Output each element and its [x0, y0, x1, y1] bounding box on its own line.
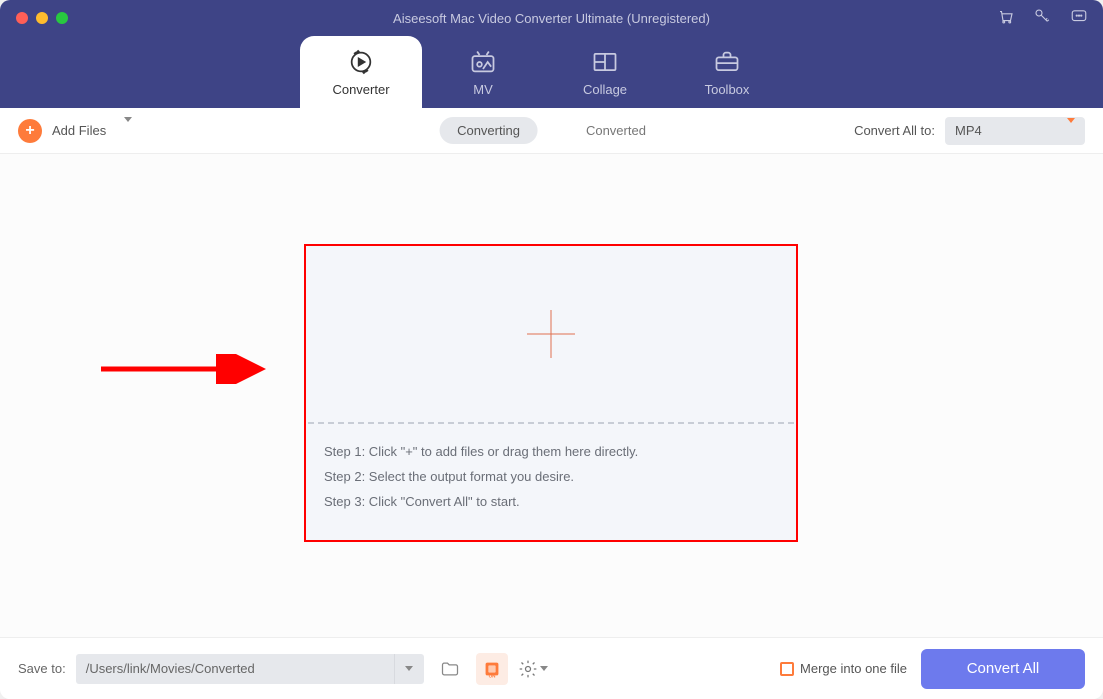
- toolbox-icon: [713, 48, 741, 76]
- chevron-down-icon: [1067, 123, 1075, 138]
- tab-converter[interactable]: Converter: [300, 36, 422, 108]
- title-actions: [997, 7, 1089, 30]
- instruction-steps: Step 1: Click "+" to add files or drag t…: [306, 424, 796, 509]
- plus-icon: +: [18, 119, 42, 143]
- add-files-label: Add Files: [52, 123, 106, 138]
- key-icon[interactable]: [1033, 7, 1051, 30]
- gear-icon: [518, 659, 538, 679]
- chevron-down-icon: [540, 666, 548, 671]
- window-controls: [0, 12, 68, 24]
- annotation-arrow: [96, 354, 276, 384]
- segment-converted[interactable]: Converted: [568, 117, 664, 144]
- tab-collage[interactable]: Collage: [544, 36, 666, 108]
- step-2-text: Step 2: Select the output format you des…: [324, 469, 778, 484]
- cart-icon[interactable]: [997, 7, 1015, 30]
- main-content: Step 1: Click "+" to add files or drag t…: [0, 154, 1103, 637]
- toolbar-right: Convert All to: MP4: [854, 117, 1085, 145]
- add-files-button[interactable]: + Add Files: [18, 119, 132, 143]
- close-window-button[interactable]: [16, 12, 28, 24]
- main-tabs: Converter MV Collage Toolbox: [0, 36, 1103, 108]
- mv-icon: [469, 48, 497, 76]
- add-files-dropdown-caret[interactable]: [124, 122, 132, 140]
- open-folder-button[interactable]: [434, 653, 466, 685]
- merge-checkbox[interactable]: Merge into one file: [780, 661, 907, 676]
- merge-label: Merge into one file: [800, 661, 907, 676]
- bottom-bar: Save to: /Users/link/Movies/Converted ON…: [0, 637, 1103, 699]
- convert-all-button[interactable]: Convert All: [921, 649, 1085, 689]
- tab-mv[interactable]: MV: [422, 36, 544, 108]
- window-title: Aiseesoft Mac Video Converter Ultimate (…: [393, 11, 710, 26]
- tab-label: MV: [473, 82, 493, 97]
- gpu-acceleration-button[interactable]: ON: [476, 653, 508, 685]
- tab-label: Converter: [332, 82, 389, 97]
- checkbox-icon: [780, 662, 794, 676]
- tab-label: Collage: [583, 82, 627, 97]
- step-1-text: Step 1: Click "+" to add files or drag t…: [324, 444, 778, 459]
- convert-all-to-label: Convert All to:: [854, 123, 935, 138]
- minimize-window-button[interactable]: [36, 12, 48, 24]
- settings-button[interactable]: [518, 659, 548, 679]
- collage-icon: [591, 48, 619, 76]
- selected-format: MP4: [955, 123, 982, 138]
- segment-converting[interactable]: Converting: [439, 117, 538, 144]
- drop-zone-click-area[interactable]: [306, 246, 796, 422]
- tab-toolbox[interactable]: Toolbox: [666, 36, 788, 108]
- converter-icon: [347, 48, 375, 76]
- status-segment: Converting Converted: [439, 117, 664, 144]
- feedback-icon[interactable]: [1069, 7, 1089, 30]
- save-path-input[interactable]: /Users/link/Movies/Converted: [76, 654, 394, 684]
- tab-label: Toolbox: [705, 82, 750, 97]
- step-3-text: Step 3: Click "Convert All" to start.: [324, 494, 778, 509]
- add-files-plus-icon[interactable]: [527, 310, 575, 358]
- output-format-select[interactable]: MP4: [945, 117, 1085, 145]
- save-path-dropdown[interactable]: [394, 654, 424, 684]
- save-to-label: Save to:: [18, 661, 66, 676]
- drop-zone[interactable]: Step 1: Click "+" to add files or drag t…: [304, 244, 798, 542]
- maximize-window-button[interactable]: [56, 12, 68, 24]
- action-toolbar: + Add Files Converting Converted Convert…: [0, 108, 1103, 154]
- svg-text:ON: ON: [488, 673, 495, 678]
- titlebar: Aiseesoft Mac Video Converter Ultimate (…: [0, 0, 1103, 36]
- bottom-right-actions: Merge into one file Convert All: [780, 649, 1085, 689]
